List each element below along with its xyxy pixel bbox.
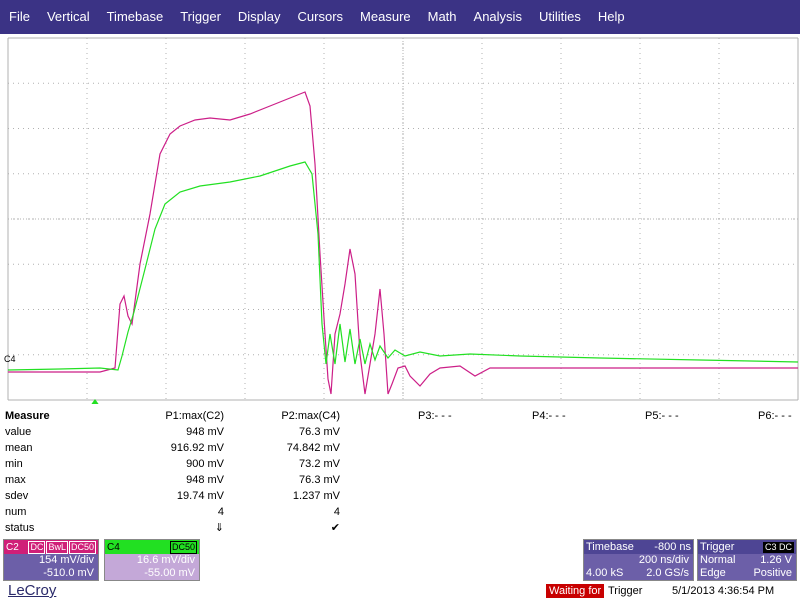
measure-title: Measure [5, 410, 50, 422]
channel-c4-offset: -55.00 mV [144, 567, 195, 579]
measure-sdev-p2: 1.237 mV [292, 490, 340, 502]
measure-row-status: status ⇓ ✔ [0, 520, 800, 536]
channel-c2-offset: -510.0 mV [43, 567, 94, 579]
param-p4-header[interactable]: P4:- - - [532, 408, 566, 424]
date-time: 5/1/2013 4:36:54 PM [672, 585, 775, 597]
measure-row-num: num 4 4 [0, 504, 800, 520]
menu-trigger[interactable]: Trigger [171, 0, 229, 34]
timebase-rate: 2.0 GS/s [646, 567, 689, 579]
measure-status-label: status [5, 522, 35, 534]
measure-mean-p1: 916.92 mV [170, 442, 224, 454]
channel-c4-descriptor[interactable]: C4 DC50 16.6 mV/div -55.00 mV [104, 539, 200, 581]
measure-value-p1: 948 mV [186, 426, 224, 438]
measure-row-mean: mean 916.92 mV 74.842 mV [0, 440, 800, 456]
measure-row-sdev: sdev 19.74 mV 1.237 mV [0, 488, 800, 504]
measure-max-p1: 948 mV [186, 474, 224, 486]
lecroy-logo: LeCroy [8, 582, 57, 599]
channel-c4-header: C4 DC50 [105, 540, 199, 554]
param-p3-header[interactable]: P3:- - - [418, 408, 452, 424]
measure-status-p1: ⇓ [214, 522, 224, 534]
measure-num-p2: 4 [333, 506, 340, 518]
measure-row-value: value 948 mV 76.3 mV [0, 424, 800, 440]
timebase-samples: 4.00 kS [586, 567, 624, 579]
menu-math[interactable]: Math [419, 0, 465, 34]
measure-row-max: max 948 mV 76.3 mV [0, 472, 800, 488]
measure-status-p2: ✔ [330, 522, 340, 534]
acquisition-status-text: Trigger [608, 585, 643, 597]
measure-sdev-label: sdev [5, 490, 29, 502]
trigger-type: Edge [700, 567, 726, 579]
trigger-slope: Positive [753, 567, 792, 579]
menu-cursors[interactable]: Cursors [289, 0, 352, 34]
channel-c2-descriptor[interactable]: C2 DC BwL DC50 154 mV/div -510.0 mV [3, 539, 99, 581]
timebase-scale: 200 ns/div [638, 554, 689, 566]
channel-c4-name: C4 [107, 541, 120, 553]
channel-c2-coupling-tag: DC [28, 540, 46, 554]
measure-min-p1: 900 mV [186, 458, 224, 470]
menu-help[interactable]: Help [589, 0, 633, 34]
waveform-display[interactable]: C4 [0, 34, 800, 404]
measure-num-p1: 4 [217, 506, 224, 518]
timebase-title: Timebase [586, 541, 634, 553]
channel-c4-scale: 16.6 mV/div [136, 554, 195, 566]
channel-c2-name: C2 [6, 541, 19, 553]
menu-display[interactable]: Display [229, 0, 289, 34]
measure-header-row: Measure P1:max(C2) P2:max(C4) P3:- - - P… [0, 408, 800, 424]
channel-marker-c4: C4 [4, 354, 16, 364]
channel-c4-termination-tag: DC50 [169, 540, 197, 554]
measure-num-label: num [5, 506, 27, 518]
measure-max-label: max [5, 474, 26, 486]
trigger-mode: Normal [700, 554, 736, 566]
channel-c2-scale: 154 mV/div [38, 554, 94, 566]
measure-min-p2: 73.2 mV [299, 458, 340, 470]
menu-bar: File Vertical Timebase Trigger Display Cursor… [0, 0, 800, 34]
measure-sdev-p1: 19.74 mV [176, 490, 224, 502]
measure-min-label: min [5, 458, 23, 470]
measure-mean-p2: 74.842 mV [286, 442, 340, 454]
menu-analysis[interactable]: Analysis [465, 0, 530, 34]
measure-mean-label: mean [5, 442, 33, 454]
menu-measure[interactable]: Measure [351, 0, 419, 34]
param-p5-header[interactable]: P5:- - - [645, 408, 679, 424]
menu-vertical[interactable]: Vertical [38, 0, 98, 34]
channel-c2-termination-tag: DC50 [68, 540, 96, 554]
param-p6-header[interactable]: P6:- - - [758, 408, 792, 424]
channel-c2-header: C2 DC BwL DC50 [4, 540, 98, 554]
measure-value-p2: 76.3 mV [299, 426, 340, 438]
timebase-delay: -800 ns [654, 541, 691, 553]
menu-file[interactable]: File [0, 0, 38, 34]
waveform-grid: C4 [4, 37, 799, 404]
measure-max-p2: 76.3 mV [299, 474, 340, 486]
channel-c2-bwl-tag: BwL [46, 540, 68, 554]
menu-utilities[interactable]: Utilities [530, 0, 589, 34]
measure-row-min: min 900 mV 73.2 mV [0, 456, 800, 472]
menu-timebase[interactable]: Timebase [98, 0, 172, 34]
trigger-title: Trigger [700, 541, 735, 553]
trigger-descriptor[interactable]: Trigger C3 DC Normal 1.26 V Edge Positiv… [697, 539, 797, 581]
measure-table: Measure P1:max(C2) P2:max(C4) P3:- - - P… [0, 408, 800, 538]
timebase-descriptor[interactable]: Timebase -800 ns 200 ns/div 4.00 kS 2.0 … [583, 539, 694, 581]
param-p1-header[interactable]: P1:max(C2) [165, 408, 224, 424]
trigger-level: 1.26 V [760, 554, 792, 566]
measure-value-label: value [5, 426, 32, 438]
param-p2-header[interactable]: P2:max(C4) [281, 408, 340, 424]
trigger-source-tag: C3 DC [762, 541, 794, 553]
acquisition-status-highlight: Waiting for [546, 584, 605, 598]
